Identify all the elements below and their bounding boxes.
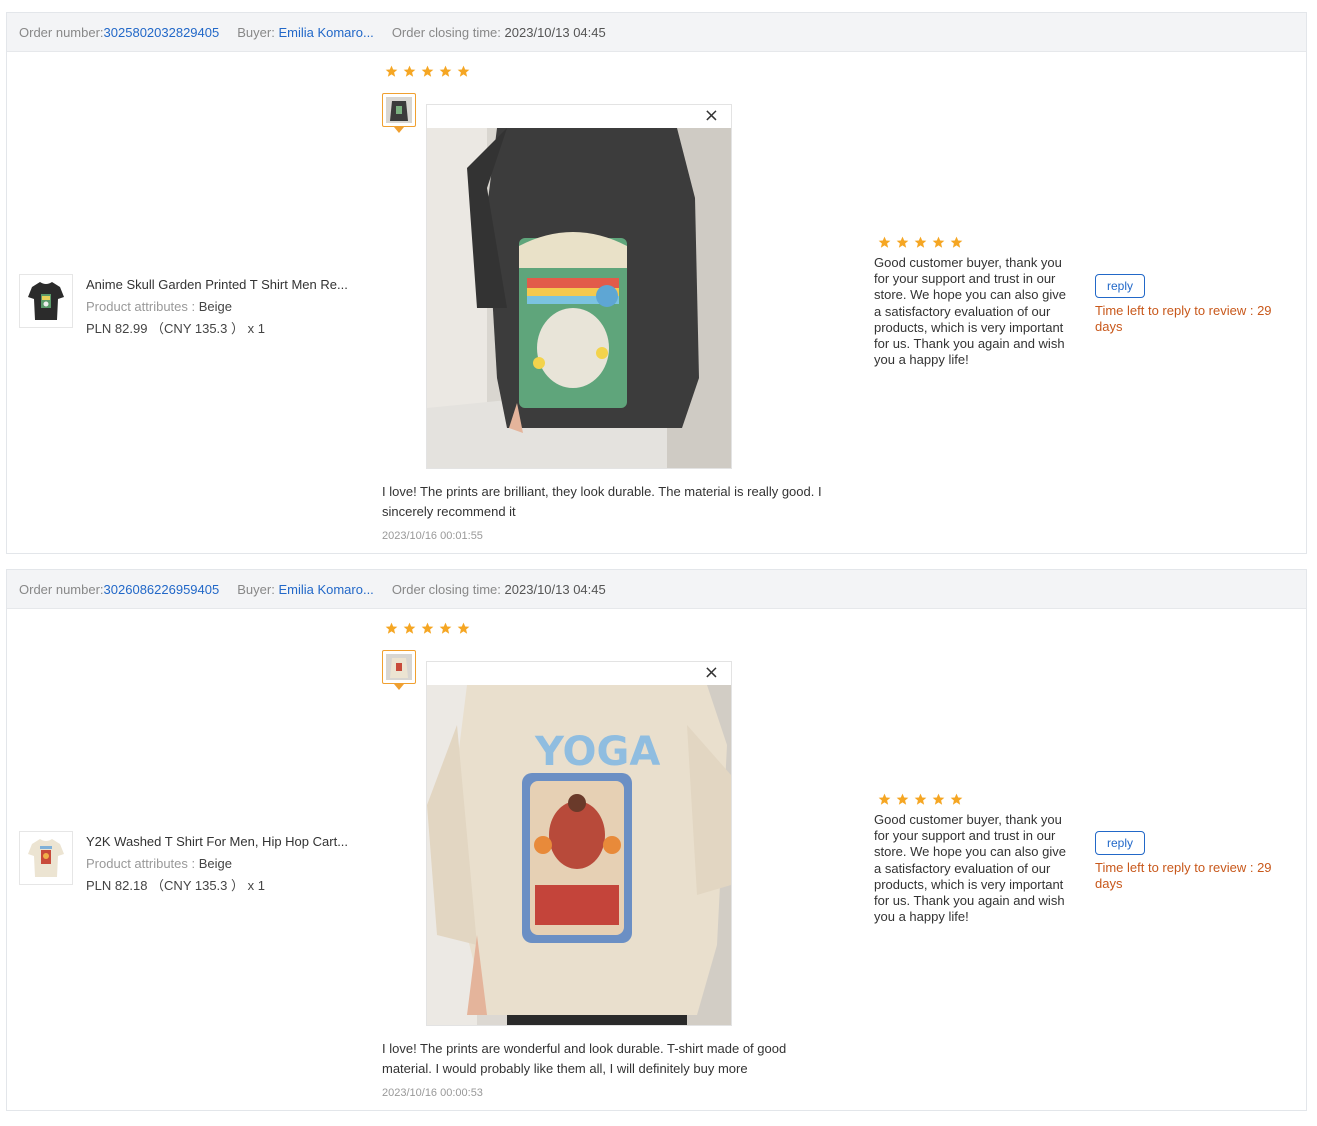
review-photo-beige-tshirt: YOGA [427,685,731,1025]
close-icon[interactable]: × [704,107,719,125]
buyer-label: Buyer: [237,24,275,40]
order-number-link[interactable]: 3025802032829405 [104,25,220,40]
closing-time-value: 2023/10/13 04:45 [504,24,606,40]
buyer-name-link[interactable]: Emilia Komaro... [278,582,373,597]
product-name[interactable]: Anime Skull Garden Printed T Shirt Men R… [86,274,356,296]
star-icon [896,793,909,805]
product-attr-label: Product attributes : [86,856,196,871]
closing-time-label: Order closing time: [391,24,501,40]
star-icon [950,236,963,248]
review-photo-black-tshirt [427,128,731,468]
order-number-label: Order number: [19,24,104,40]
star-icon [896,236,909,248]
review-photo-thumbnail[interactable] [382,650,416,690]
review-date: 2023/10/16 00:00:53 [382,1087,483,1099]
reply-button[interactable]: reply [1095,274,1145,298]
closing-time-label: Order closing time: [391,581,501,597]
black-tshirt-icon [28,282,64,320]
order-card: Order number:3025802032829405 Buyer: Emi… [6,12,1307,554]
review-photo-mini-icon [386,654,412,680]
star-icon [932,793,945,805]
star-icon [457,65,470,77]
star-icon [914,236,927,248]
buyer-label: Buyer: [237,581,275,597]
review-date: 2023/10/16 00:01:55 [382,530,483,542]
star-icon [932,236,945,248]
seller-reply-text: Good customer buyer, thank you for your … [874,255,1066,368]
order-header: Order number:3026086226959405 Buyer: Emi… [7,570,1306,609]
order-card: Order number:3026086226959405 Buyer: Emi… [6,569,1307,1111]
product-attr-value: Beige [198,856,232,871]
star-icon [403,622,416,634]
closing-time-value: 2023/10/13 04:45 [504,581,606,597]
star-icon [950,793,963,805]
star-icon [878,236,891,248]
review-photo-preview: × [426,104,732,469]
product-info: Y2K Washed T Shirt For Men, Hip Hop Cart… [19,831,356,897]
order-number-label: Order number: [19,581,104,597]
product-attr-label: Product attributes : [86,299,196,314]
order-header: Order number:3025802032829405 Buyer: Emi… [7,13,1306,52]
star-icon [878,793,891,805]
star-icon [421,65,434,77]
star-icon [385,65,398,77]
review-photo-preview: × YOGA [426,661,732,1026]
star-icon [421,622,434,634]
svg-text:YOGA: YOGA [534,729,660,775]
star-icon [439,65,452,77]
review-photo-mini-icon [386,97,412,123]
seller-reply-text: Good customer buyer, thank you for your … [874,812,1066,925]
product-name[interactable]: Y2K Washed T Shirt For Men, Hip Hop Cart… [86,831,356,853]
product-thumbnail[interactable] [19,274,73,328]
product-attr-value: Beige [198,299,232,314]
seller-reply: Good customer buyer, thank you for your … [874,236,1074,368]
review-text: I love! The prints are brilliant, they l… [382,484,822,519]
buyer-name-link[interactable]: Emilia Komaro... [278,25,373,40]
product-price: PLN 82.99 （CNY 135.3 ） x 1 [86,321,265,336]
order-body: Y2K Washed T Shirt For Men, Hip Hop Cart… [7,609,1306,1111]
star-icon [457,622,470,634]
seller-rating-stars [878,793,1074,806]
star-icon [385,622,398,634]
star-icon [439,622,452,634]
beige-tshirt-icon [28,839,64,877]
review-text: I love! The prints are wonderful and loo… [382,1041,787,1076]
buyer-rating-stars [385,65,475,78]
order-body: Anime Skull Garden Printed T Shirt Men R… [7,52,1306,554]
star-icon [403,65,416,77]
seller-rating-stars [878,236,1074,249]
product-price: PLN 82.18 （CNY 135.3 ） x 1 [86,878,265,893]
reply-button[interactable]: reply [1095,831,1145,855]
time-left-text: Time left to reply to review : 29 days [1095,303,1272,334]
product-info: Anime Skull Garden Printed T Shirt Men R… [19,274,356,340]
star-icon [914,793,927,805]
time-left-text: Time left to reply to review : 29 days [1095,860,1272,891]
seller-reply: Good customer buyer, thank you for your … [874,793,1074,925]
product-thumbnail[interactable] [19,831,73,885]
order-number-link[interactable]: 3026086226959405 [104,582,220,597]
buyer-rating-stars [385,622,475,635]
close-icon[interactable]: × [704,664,719,682]
review-photo-thumbnail[interactable] [382,93,416,133]
